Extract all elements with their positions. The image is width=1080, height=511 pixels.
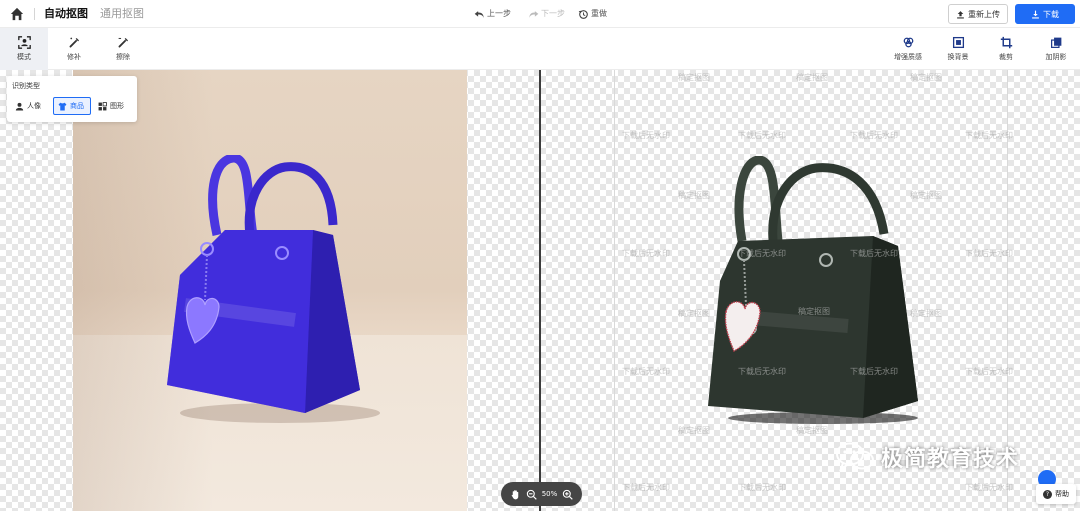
watermark: 稿定抠图 bbox=[678, 73, 710, 82]
watermark: 下载后无水印 bbox=[622, 367, 670, 376]
divider bbox=[34, 8, 35, 20]
watermark: 下载后无水印 bbox=[965, 483, 1013, 492]
watermark: 稿定抠图 bbox=[796, 73, 828, 82]
tab-auto-cutout[interactable]: 自动抠图 bbox=[44, 7, 88, 21]
erase-label: 擦除 bbox=[116, 53, 130, 61]
undo-icon bbox=[474, 10, 484, 18]
watermark: 稿定抠图 bbox=[910, 73, 942, 82]
watermark: 下载后无水印 bbox=[738, 131, 786, 140]
enhance-icon bbox=[903, 37, 913, 48]
zoom-control: 50% bbox=[501, 482, 582, 506]
crop-icon bbox=[1000, 36, 1012, 49]
recognition-type-panel: 识别类型 人像 商品 图形 bbox=[7, 76, 137, 122]
zoom-level: 50% bbox=[541, 490, 558, 498]
watermark: 下载后无水印 bbox=[850, 367, 898, 376]
help-icon: ? bbox=[1043, 489, 1052, 499]
reupload-button[interactable]: 重新上传 bbox=[948, 4, 1008, 24]
background-icon bbox=[952, 36, 964, 49]
brand-watermark: 极简教育技术 bbox=[835, 441, 1019, 473]
repair-brush-icon bbox=[69, 37, 79, 48]
watermark: 下载后无水印 bbox=[965, 367, 1013, 376]
redo-icon bbox=[529, 10, 539, 18]
undo-label: 上一步 bbox=[487, 9, 511, 18]
help-button[interactable]: ? 帮助 bbox=[1036, 484, 1076, 504]
option-graphic[interactable]: 图形 bbox=[94, 97, 134, 115]
watermark: 下载后无水印 bbox=[965, 249, 1013, 258]
watermark: 下载后无水印 bbox=[965, 131, 1013, 140]
panel-title: 识别类型 bbox=[12, 82, 40, 90]
crop-label: 裁剪 bbox=[999, 53, 1013, 61]
repair-tool[interactable]: 修补 bbox=[52, 28, 96, 70]
watermark: 下载后无水印 bbox=[738, 367, 786, 376]
watermark: 下载后无水印 bbox=[738, 483, 786, 492]
help-label: 帮助 bbox=[1055, 490, 1069, 498]
zoom-out-icon[interactable] bbox=[526, 489, 537, 500]
mode-icon bbox=[17, 36, 31, 49]
shadow-tool[interactable]: 加阴影 bbox=[1034, 28, 1078, 70]
zoom-in-icon[interactable] bbox=[562, 489, 573, 500]
handbag-cutout-image bbox=[708, 156, 918, 424]
tool-bar: 模式 修补 擦除 增强质感 换背景 裁剪 加阴影 bbox=[0, 28, 1080, 70]
enhance-label: 增强质感 bbox=[894, 53, 922, 61]
watermark: 下载后无水印 bbox=[850, 131, 898, 140]
shirt-icon bbox=[58, 102, 67, 110]
person-icon bbox=[15, 102, 24, 110]
option-person[interactable]: 人像 bbox=[11, 97, 51, 115]
handbag-original-image bbox=[167, 155, 380, 423]
repair-label: 修补 bbox=[67, 53, 81, 61]
tab-general-cutout[interactable]: 通用抠图 bbox=[100, 7, 144, 21]
erase-brush-icon bbox=[118, 37, 128, 48]
option-product-label: 商品 bbox=[70, 102, 84, 110]
download-icon bbox=[1032, 10, 1039, 18]
download-button[interactable]: 下载 bbox=[1015, 4, 1075, 24]
undo-button[interactable]: 上一步 bbox=[474, 8, 511, 20]
mode-label: 模式 bbox=[17, 53, 31, 61]
download-label: 下载 bbox=[1043, 9, 1059, 19]
watermark: 稿定抠图 bbox=[798, 307, 830, 316]
compare-splitter-handle[interactable] bbox=[539, 70, 541, 511]
watermark: 下载后无水印 bbox=[738, 249, 786, 258]
brand-text: 极简教育技术 bbox=[881, 447, 1020, 472]
enhance-tool[interactable]: 增强质感 bbox=[886, 28, 930, 70]
redo-label: 下一步 bbox=[541, 9, 565, 18]
crop-tool[interactable]: 裁剪 bbox=[984, 28, 1028, 70]
watermark: 下载后无水印 bbox=[622, 483, 670, 492]
shadow-icon bbox=[1050, 37, 1061, 48]
background-tool[interactable]: 换背景 bbox=[936, 28, 980, 70]
reset-button[interactable]: 重做 bbox=[578, 8, 607, 20]
hand-icon[interactable] bbox=[510, 489, 521, 500]
option-person-label: 人像 bbox=[27, 102, 41, 110]
upload-icon bbox=[957, 10, 964, 18]
shapes-icon bbox=[98, 101, 107, 110]
watermark: 下载后无水印 bbox=[622, 131, 670, 140]
reset-label: 重做 bbox=[591, 9, 607, 18]
erase-tool[interactable]: 擦除 bbox=[101, 28, 145, 70]
reset-icon bbox=[578, 9, 588, 19]
reupload-label: 重新上传 bbox=[968, 9, 1000, 19]
watermark: 下载后无水印 bbox=[622, 249, 670, 258]
home-icon[interactable] bbox=[10, 7, 24, 21]
option-graphic-label: 图形 bbox=[110, 102, 124, 110]
wechat-logo-icon bbox=[836, 442, 874, 472]
top-bar: 自动抠图 通用抠图 上一步 下一步 重做 重新上传 下载 bbox=[0, 0, 1080, 28]
watermark: 下载后无水印 bbox=[850, 249, 898, 258]
option-product[interactable]: 商品 bbox=[53, 97, 91, 115]
background-label: 换背景 bbox=[947, 53, 969, 61]
redo-button[interactable]: 下一步 bbox=[528, 8, 565, 20]
mode-tool[interactable]: 模式 bbox=[0, 28, 48, 70]
shadow-label: 加阴影 bbox=[1045, 53, 1067, 61]
canvas-workspace[interactable]: 稿定抠图 稿定抠图 稿定抠图 下载后无水印 下载后无水印 下载后无水印 下载后无… bbox=[0, 70, 1080, 511]
